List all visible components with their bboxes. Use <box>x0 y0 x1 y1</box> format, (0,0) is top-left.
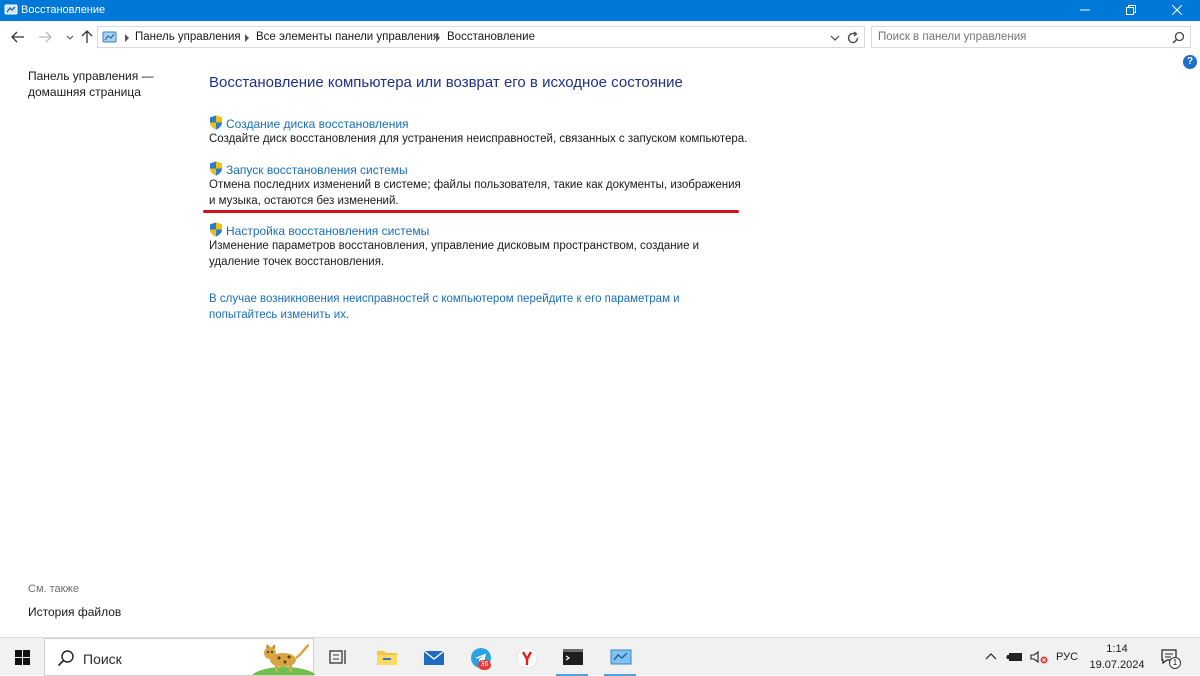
refresh-icon[interactable] <box>845 30 861 46</box>
breadcrumb-control-panel[interactable]: Панель управления <box>135 31 241 43</box>
recovery-window: Восстановление Панель управления Все эле… <box>0 0 1200 637</box>
title-bar[interactable]: Восстановление <box>0 0 1200 21</box>
red-underline-annotation <box>203 210 739 213</box>
breadcrumb-recovery[interactable]: Восстановление <box>447 31 535 43</box>
uac-shield-icon <box>210 222 222 237</box>
create-recovery-drive-description: Создайте диск восстановления для устране… <box>209 133 748 145</box>
clock-time[interactable]: 1:14 <box>1088 643 1146 655</box>
minimize-button[interactable] <box>1062 0 1108 21</box>
breadcrumb-all-items[interactable]: Все элементы панели управления <box>256 31 439 43</box>
yandex-browser-button[interactable] <box>506 638 546 676</box>
folder-icon <box>377 651 397 665</box>
breadcrumb-separator-icon[interactable] <box>434 33 442 43</box>
minimize-icon <box>1080 9 1090 11</box>
control-panel-taskbar-button[interactable] <box>600 638 640 676</box>
input-language-indicator[interactable]: РУС <box>1056 651 1078 663</box>
battery-icon[interactable] <box>1006 650 1024 664</box>
search-icon <box>57 650 74 667</box>
windows-logo-icon <box>15 650 30 665</box>
forward-arrow-icon[interactable] <box>37 29 53 45</box>
back-arrow-icon[interactable] <box>10 29 26 45</box>
clock-date[interactable]: 19.07.2024 <box>1086 659 1148 671</box>
search-icon[interactable] <box>1172 31 1185 44</box>
search-highlight-illustration-icon <box>253 643 315 675</box>
yandex-browser-icon <box>516 647 538 669</box>
telegram-unread-badge: 36 <box>478 660 491 670</box>
create-recovery-drive-label[interactable]: Создание диска восстановления <box>226 117 409 131</box>
volume-muted-icon[interactable] <box>1030 650 1048 664</box>
breadcrumb-separator-icon[interactable] <box>243 33 251 43</box>
file-history-link[interactable]: История файлов <box>28 605 121 619</box>
address-dropdown-chevron-icon[interactable] <box>830 34 840 42</box>
file-explorer-button[interactable] <box>366 638 406 676</box>
taskbar: Поиск 36 РУС 1:14 19.07.2024 1 <box>0 637 1200 676</box>
uac-shield-icon <box>210 161 222 176</box>
restore-icon <box>1126 5 1136 15</box>
close-icon <box>1172 5 1182 15</box>
taskbar-search-label: Поиск <box>83 651 122 667</box>
uac-shield-icon <box>210 115 222 130</box>
task-view-button[interactable] <box>318 638 358 676</box>
create-recovery-drive-link[interactable]: Создание диска восстановления <box>209 115 409 131</box>
configure-system-restore-link[interactable]: Настройка восстановления системы <box>209 222 429 238</box>
breadcrumb-separator-icon <box>125 34 129 42</box>
control-panel-icon <box>4 4 18 15</box>
task-view-icon <box>329 650 346 664</box>
mail-icon <box>423 650 445 665</box>
control-panel-icon <box>610 649 632 665</box>
navigation-bar: Панель управления Все элементы панели уп… <box>0 21 1200 54</box>
configure-system-restore-description: Изменение параметров восстановления, упр… <box>209 240 700 268</box>
control-panel-home-link[interactable]: Панель управления — домашняя страница <box>28 68 178 100</box>
window-title: Восстановление <box>21 4 106 16</box>
see-also-label: См. также <box>28 583 79 595</box>
help-icon[interactable]: ? <box>1183 55 1197 69</box>
recent-locations-chevron-icon[interactable] <box>62 29 78 45</box>
address-bar[interactable]: Панель управления Все элементы панели уп… <box>97 26 865 48</box>
search-input[interactable] <box>872 27 1162 47</box>
open-system-restore-description: Отмена последних изменений в системе; фа… <box>209 179 741 207</box>
up-arrow-icon[interactable] <box>79 29 95 45</box>
control-panel-icon <box>102 31 117 43</box>
search-box[interactable] <box>871 26 1191 48</box>
configure-system-restore-label[interactable]: Настройка восстановления системы <box>226 224 429 238</box>
open-system-restore-link[interactable]: Запуск восстановления системы <box>209 161 408 177</box>
show-hidden-icons-chevron-icon[interactable] <box>985 651 997 663</box>
start-button[interactable] <box>0 638 44 676</box>
close-button[interactable] <box>1154 0 1200 21</box>
taskbar-search-box[interactable]: Поиск <box>44 638 315 676</box>
terminal-button[interactable] <box>552 638 592 676</box>
reset-pc-settings-link[interactable]: В случае возникновения неисправностей с … <box>209 291 749 323</box>
open-system-restore-label[interactable]: Запуск восстановления системы <box>226 163 408 177</box>
terminal-icon <box>563 649 583 665</box>
page-title: Восстановление компьютера или возврат ег… <box>209 74 683 91</box>
notifications-count-badge: 1 <box>1169 657 1181 669</box>
restore-button[interactable] <box>1108 0 1154 21</box>
telegram-button[interactable]: 36 <box>460 638 500 676</box>
mail-button[interactable] <box>413 638 453 676</box>
